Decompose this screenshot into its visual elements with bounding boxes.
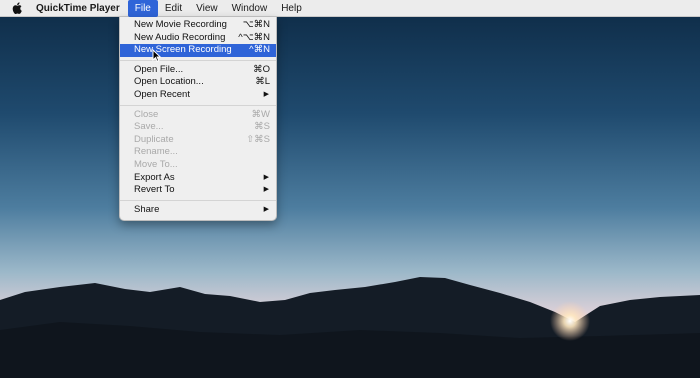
menu-item-new-audio-recording[interactable]: New Audio Recording ^⌥⌘N: [120, 32, 276, 45]
menu-help[interactable]: Help: [274, 0, 309, 17]
menu-item-duplicate: Duplicate ⇧⌘S: [120, 134, 276, 147]
submenu-arrow-icon: ▶: [263, 173, 269, 181]
menu-separator: [120, 199, 276, 201]
menu-item-share[interactable]: Share ▶: [120, 204, 276, 217]
shortcut-label: ⇧⌘S: [246, 133, 270, 145]
submenu-arrow-icon: ▶: [263, 90, 269, 98]
menu-item-label: Open Recent: [134, 88, 190, 100]
submenu-arrow-icon: ▶: [263, 186, 269, 194]
shortcut-label: ^⌘N: [249, 44, 270, 56]
shortcut-label: ⌘S: [254, 121, 270, 133]
mouse-cursor-icon: [152, 48, 162, 67]
menu-item-label: Save...: [134, 121, 164, 133]
menu-item-label: Move To...: [134, 158, 178, 170]
shortcut-label: ^⌥⌘N: [238, 31, 270, 43]
menu-item-close: Close ⌘W: [120, 109, 276, 122]
menu-item-open-file[interactable]: Open File... ⌘O: [120, 64, 276, 77]
shortcut-label: ⌘L: [255, 76, 270, 88]
menu-item-new-screen-recording[interactable]: New Screen Recording ^⌘N: [120, 44, 276, 57]
menu-item-label: Export As: [134, 171, 175, 183]
menu-item-label: Duplicate: [134, 133, 174, 145]
shortcut-label: ⌥⌘N: [242, 19, 270, 30]
menu-file[interactable]: File: [127, 0, 158, 17]
submenu-arrow-icon: ▶: [263, 205, 269, 213]
desktop-wallpaper: [0, 0, 700, 378]
menu-item-export-as[interactable]: Export As ▶: [120, 172, 276, 185]
file-menu-dropdown: New Movie Recording ⌥⌘N New Audio Record…: [119, 17, 277, 222]
shortcut-label: ⌘O: [253, 63, 270, 75]
menu-separator: [120, 104, 276, 106]
menu-item-revert-to[interactable]: Revert To ▶: [120, 184, 276, 197]
menu-item-save: Save... ⌘S: [120, 121, 276, 134]
menu-item-open-location[interactable]: Open Location... ⌘L: [120, 76, 276, 89]
mountain-wallpaper-image: [0, 0, 700, 378]
menu-item-open-recent[interactable]: Open Recent ▶: [120, 89, 276, 102]
menu-item-label: Rename...: [134, 146, 178, 158]
menu-item-new-movie-recording[interactable]: New Movie Recording ⌥⌘N: [120, 19, 276, 32]
menu-item-rename: Rename...: [120, 146, 276, 159]
menu-item-label: Share: [134, 203, 160, 215]
menu-item-label: New Audio Recording: [134, 31, 226, 43]
menu-item-label: Close: [134, 108, 159, 120]
menu-item-label: New Movie Recording: [134, 19, 227, 30]
menu-item-label: New Screen Recording: [134, 44, 232, 56]
apple-logo-icon[interactable]: [10, 0, 24, 17]
menu-view[interactable]: View: [189, 0, 225, 17]
menu-window[interactable]: Window: [225, 0, 275, 17]
menu-separator: [120, 59, 276, 61]
menu-bar: QuickTime Player File Edit View Window H…: [0, 0, 700, 17]
menu-item-move-to: Move To...: [120, 159, 276, 172]
menu-item-label: Revert To: [134, 184, 175, 196]
menu-item-label: Open Location...: [134, 76, 204, 88]
menu-edit[interactable]: Edit: [158, 0, 189, 17]
app-menu-quicktime[interactable]: QuickTime Player: [34, 0, 128, 17]
shortcut-label: ⌘W: [251, 108, 270, 120]
